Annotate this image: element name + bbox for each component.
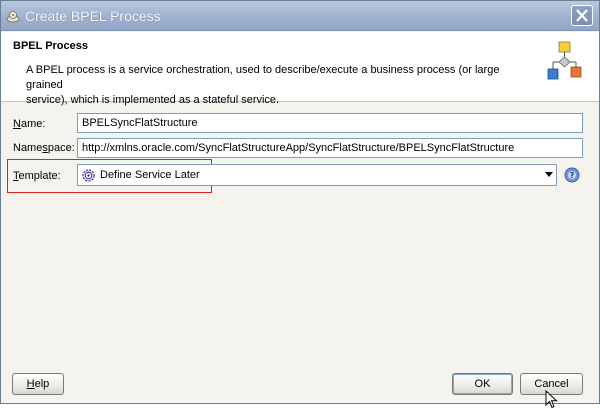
template-label-text: emplate: bbox=[18, 170, 61, 182]
help-button-mnemonic: H bbox=[26, 378, 35, 390]
template-selected-value: Define Service Later bbox=[100, 169, 200, 181]
bpel-gear-icon bbox=[6, 11, 20, 23]
name-label-mnemonic: N bbox=[13, 118, 21, 130]
close-icon bbox=[576, 9, 588, 22]
namespace-input[interactable]: http://xmlns.oracle.com/SyncFlatStructur… bbox=[77, 138, 583, 158]
header-description-line-2: service), which is implemented as a stat… bbox=[26, 94, 280, 106]
template-label: Template: bbox=[13, 170, 61, 182]
namespace-label: Namespace: bbox=[13, 142, 75, 154]
help-icon[interactable]: ? bbox=[564, 167, 580, 183]
name-label-text: ame: bbox=[20, 118, 46, 130]
namespace-label-prefix: Name bbox=[13, 142, 43, 154]
svg-text:?: ? bbox=[570, 171, 575, 180]
name-label: Name: bbox=[13, 118, 45, 130]
gear-icon bbox=[82, 169, 95, 182]
namespace-label-text: pace: bbox=[47, 142, 75, 154]
window-title: Create BPEL Process bbox=[25, 8, 161, 24]
help-button[interactable]: Help bbox=[12, 373, 64, 395]
help-button-label: elp bbox=[34, 378, 50, 390]
header-description-line-1: A BPEL process is a service orchestratio… bbox=[26, 64, 500, 91]
title-bar[interactable]: Create BPEL Process bbox=[1, 1, 599, 31]
header-title: BPEL Process bbox=[13, 40, 89, 52]
close-button[interactable] bbox=[571, 5, 593, 26]
dialog-header: BPEL Process A BPEL process is a service… bbox=[1, 32, 599, 106]
mouse-pointer-icon bbox=[545, 390, 558, 409]
template-select[interactable]: Define Service Later bbox=[77, 164, 557, 186]
create-bpel-process-dialog: Create BPEL Process BPEL Process A BPEL … bbox=[0, 0, 600, 404]
bpel-process-diagram-icon bbox=[547, 41, 582, 80]
ok-button[interactable]: OK bbox=[452, 373, 513, 395]
chevron-down-icon[interactable] bbox=[545, 172, 553, 177]
name-input[interactable]: BPELSyncFlatStructure bbox=[77, 113, 583, 133]
header-description: A BPEL process is a service orchestratio… bbox=[26, 63, 536, 108]
